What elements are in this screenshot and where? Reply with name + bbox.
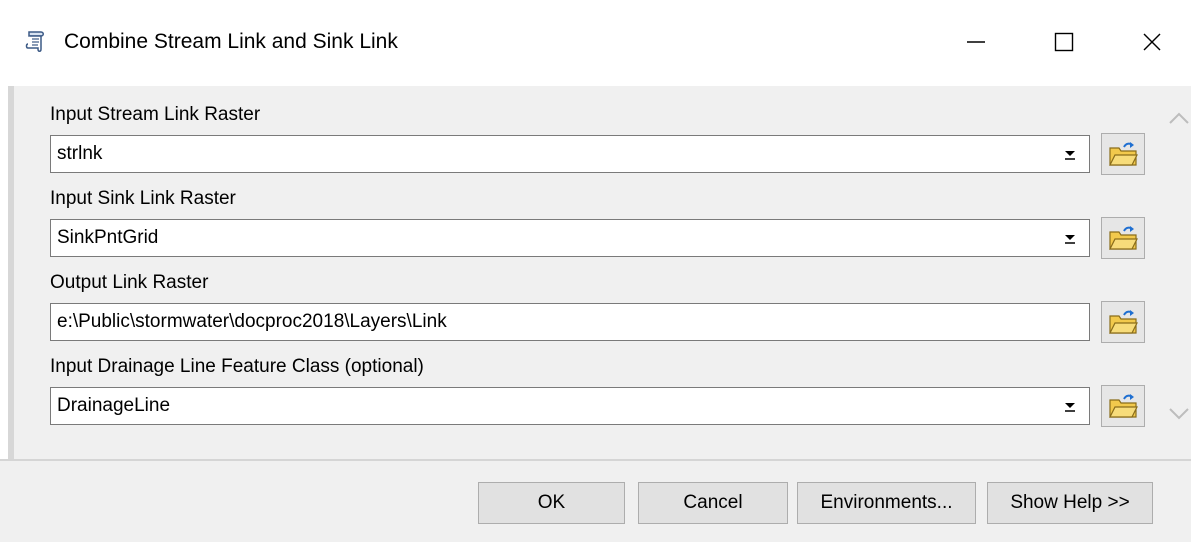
output-link-browse-button[interactable] — [1101, 301, 1145, 343]
open-folder-icon — [1109, 226, 1138, 250]
show-help-button[interactable]: Show Help >> — [987, 482, 1153, 524]
script-scroll-icon — [22, 28, 50, 56]
parameters-panel: Input Stream Link Raster strlnk Input Si… — [14, 86, 1191, 460]
sink-link-label: Input Sink Link Raster — [50, 188, 236, 209]
drainage-line-combobox[interactable]: DrainageLine — [50, 387, 1090, 425]
close-button[interactable] — [1124, 22, 1180, 62]
stream-link-browse-button[interactable] — [1101, 133, 1145, 175]
chevron-up-icon — [1169, 112, 1189, 124]
open-folder-icon — [1109, 310, 1138, 334]
stream-link-label: Input Stream Link Raster — [50, 104, 261, 125]
drainage-line-browse-button[interactable] — [1101, 385, 1145, 427]
dropdown-arrow-icon[interactable] — [1057, 141, 1083, 167]
stream-link-value: strlnk — [57, 143, 103, 164]
scroll-down-button[interactable] — [1164, 404, 1191, 424]
drainage-line-label: Input Drainage Line Feature Class (optio… — [50, 356, 424, 377]
output-link-value: e:\Public\stormwater\docproc2018\Layers\… — [57, 311, 447, 332]
maximize-icon — [1054, 32, 1074, 52]
sink-link-combobox[interactable]: SinkPntGrid — [50, 219, 1090, 257]
maximize-button[interactable] — [1036, 22, 1092, 62]
open-folder-icon — [1109, 394, 1138, 418]
close-icon — [1143, 33, 1161, 51]
stream-link-combobox[interactable]: strlnk — [50, 135, 1090, 173]
dropdown-arrow-icon[interactable] — [1057, 393, 1083, 419]
chevron-down-icon — [1169, 408, 1189, 420]
ok-button[interactable]: OK — [478, 482, 625, 524]
minimize-button[interactable] — [948, 22, 1004, 62]
sink-link-value: SinkPntGrid — [57, 227, 159, 248]
minimize-icon — [967, 41, 985, 43]
scroll-up-button[interactable] — [1164, 108, 1191, 128]
cancel-button[interactable]: Cancel — [638, 482, 788, 524]
output-link-label: Output Link Raster — [50, 272, 209, 293]
open-folder-icon — [1109, 142, 1138, 166]
dropdown-arrow-icon[interactable] — [1057, 225, 1083, 251]
output-link-input[interactable]: e:\Public\stormwater\docproc2018\Layers\… — [50, 303, 1090, 341]
window-title: Combine Stream Link and Sink Link — [64, 30, 398, 53]
dialog-footer: OK Cancel Environments... Show Help >> — [0, 461, 1191, 542]
title-bar[interactable]: Combine Stream Link and Sink Link — [0, 0, 1191, 86]
drainage-line-value: DrainageLine — [57, 395, 171, 416]
environments-button[interactable]: Environments... — [797, 482, 976, 524]
sink-link-browse-button[interactable] — [1101, 217, 1145, 259]
